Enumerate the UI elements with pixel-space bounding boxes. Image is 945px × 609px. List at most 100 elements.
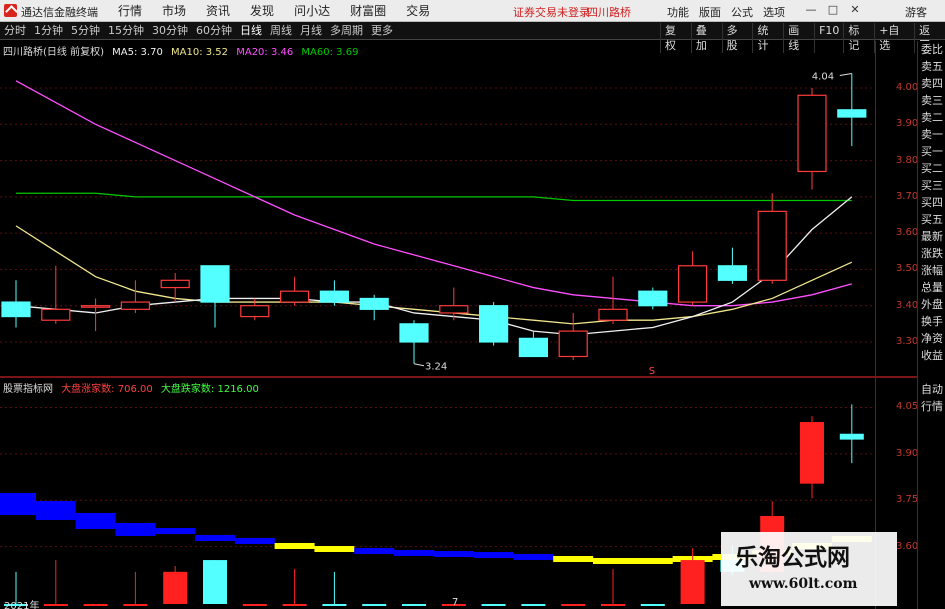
candle-body: [677, 265, 708, 303]
side-item[interactable]: 行情: [918, 398, 945, 415]
indicator-band: [593, 558, 633, 564]
tab-multi-period[interactable]: 多周期: [326, 24, 367, 38]
candlestick-pane[interactable]: 4.04 3.24 S 四川路桥(日线 前复权) MA5: 3.70 MA10: 3…: [0, 41, 875, 376]
side-item[interactable]: 总量: [918, 279, 945, 296]
tab-15min[interactable]: 15分钟: [104, 24, 148, 38]
quote-side-panel: 委比 卖五 卖四 卖三 卖二 卖一 买一 买二 买三 买四 买五 最新 涨跌 涨幅 总量 外盘 换手 净资 收益自动…: [917, 41, 945, 609]
main-legend: 四川路桥(日线 前复权) MA5: 3.70 MA10: 3.52 MA20: …: [3, 43, 363, 58]
indicator-band: [75, 513, 116, 529]
indicator-band: [354, 548, 395, 554]
indicator-dec-label: 大盘涨家数: 706.00: [61, 384, 153, 395]
candle-body: [359, 297, 389, 310]
tab-more[interactable]: 更多: [367, 24, 397, 38]
side-item[interactable]: 净资: [918, 330, 945, 347]
candle-body: [598, 308, 628, 321]
side-item[interactable]: 买一: [918, 143, 945, 160]
tab-daily[interactable]: 日线: [236, 24, 266, 38]
indicator-name: 股票指标网: [3, 384, 53, 395]
price-tick-label: 3.60: [896, 227, 919, 239]
side-item[interactable]: 买五: [918, 211, 945, 228]
indicator-candle-body: [640, 604, 665, 606]
indicator-candle-body: [402, 604, 426, 606]
side-item[interactable]: 买二: [918, 160, 945, 177]
side-item[interactable]: 买四: [918, 194, 945, 211]
indicator-candle-body: [282, 604, 307, 606]
indicator-candle-body: [680, 560, 705, 604]
indicator-candle-body: [322, 604, 347, 606]
tab-60min[interactable]: 60分钟: [192, 24, 236, 38]
title-bar: 通达信金融终端 行情 市场 资讯 发现 问小达 财富圈 交易 证券交易未登录 四…: [0, 0, 945, 22]
side-item[interactable]: 换手: [918, 313, 945, 330]
candlestick-chart[interactable]: 4.04 3.24 S: [0, 41, 875, 376]
tab-30min[interactable]: 30分钟: [148, 24, 192, 38]
maximize-icon[interactable]: □: [822, 2, 844, 18]
ma10-label: MA10: 3.52: [171, 47, 229, 58]
menu-item-market[interactable]: 市场: [152, 3, 196, 19]
minimize-icon[interactable]: —: [800, 2, 822, 18]
menu-item-function[interactable]: 功能: [662, 4, 694, 20]
side-item[interactable]: 卖五: [918, 58, 945, 75]
tab-intraday[interactable]: 分时: [0, 24, 30, 38]
indicator-legend: 股票指标网 大盘涨家数: 706.00 大盘跌家数: 1216.00: [3, 380, 264, 395]
candle-body: [1, 301, 31, 318]
menu-item-news[interactable]: 资讯: [196, 3, 240, 19]
indicator-tick-label: 3.60: [896, 540, 919, 552]
price-tick-label: 3.70: [896, 190, 919, 202]
candle-body: [399, 323, 429, 343]
tab-1min[interactable]: 1分钟: [30, 24, 67, 38]
candle-body: [518, 337, 549, 358]
menu-item-discover[interactable]: 发现: [240, 3, 284, 19]
high-marker-line: [839, 73, 852, 77]
indicator-candle-body: [521, 604, 546, 606]
guest-label[interactable]: 游客: [905, 4, 927, 20]
candle-body: [160, 279, 190, 289]
tab-5min[interactable]: 5分钟: [67, 24, 104, 38]
side-item[interactable]: 卖四: [918, 75, 945, 92]
price-tick-label: 3.40: [896, 299, 919, 311]
indicator-candle-body: [203, 560, 227, 604]
close-icon[interactable]: ✕: [844, 2, 866, 18]
chart-title: 四川路桥(日线 前复权): [3, 47, 104, 58]
side-item[interactable]: 自动: [918, 381, 945, 398]
right-menu: 功能 版面 公式 选项: [662, 4, 790, 20]
side-item[interactable]: 外盘: [918, 296, 945, 313]
price-axis: 4.00 3.90 3.80 3.70 3.60 3.50 3.40 3.30: [875, 41, 919, 376]
side-item[interactable]: 卖一: [918, 126, 945, 143]
login-status[interactable]: 证券交易未登录: [513, 4, 590, 20]
candle-body: [200, 265, 230, 303]
tab-monthly[interactable]: 月线: [296, 24, 326, 38]
side-item[interactable]: 卖二: [918, 109, 945, 126]
indicator-candle-body: [83, 604, 108, 606]
side-item[interactable]: 卖三: [918, 92, 945, 109]
side-item[interactable]: 涨幅: [918, 262, 945, 279]
period-tabs: 分时 1分钟 5分钟 15分钟 30分钟 60分钟 日线 周线 月线 多周期 更…: [0, 24, 397, 38]
ma5-label: MA5: 3.70: [112, 47, 163, 58]
menu-item-wealth[interactable]: 财富圈: [340, 3, 396, 19]
menu-item-trade[interactable]: 交易: [396, 3, 440, 19]
side-item[interactable]: 涨跌: [918, 245, 945, 262]
indicator-band: [553, 556, 594, 562]
side-item[interactable]: 委比: [918, 41, 945, 58]
menu-item-formula[interactable]: 公式: [726, 4, 758, 20]
menu-item-options[interactable]: 选项: [758, 4, 790, 20]
indicator-band: [195, 535, 235, 541]
indicator-tick-label: 3.75: [896, 494, 919, 506]
side-item[interactable]: 收益: [918, 347, 945, 364]
candle-body: [797, 94, 827, 173]
app-name: 通达信金融终端: [21, 6, 98, 19]
candle-body: [439, 305, 469, 314]
indicator-band: [35, 501, 76, 520]
chart-toolbar: 分时 1分钟 5分钟 15分钟 30分钟 60分钟 日线 周线 月线 多周期 更…: [0, 22, 945, 53]
indicator-candle-body: [242, 604, 267, 606]
side-item[interactable]: [918, 364, 945, 381]
price-tick-label: 3.90: [896, 118, 919, 130]
menu-item-layout[interactable]: 版面: [694, 4, 726, 20]
side-item[interactable]: 买三: [918, 177, 945, 194]
tab-weekly[interactable]: 周线: [266, 24, 296, 38]
indicator-band: [632, 558, 673, 564]
menu-item-quotes[interactable]: 行情: [108, 3, 152, 19]
menu-item-ask[interactable]: 问小达: [284, 3, 340, 19]
side-item[interactable]: 最新: [918, 228, 945, 245]
indicator-band: [433, 551, 474, 557]
indicator-candle-body: [163, 571, 188, 604]
